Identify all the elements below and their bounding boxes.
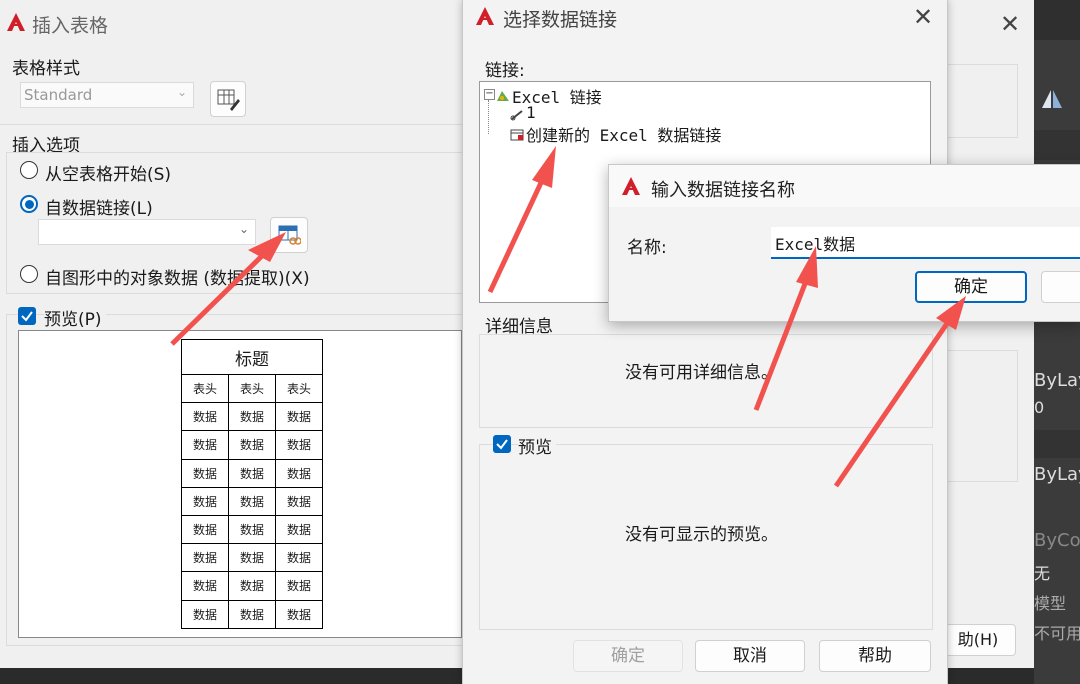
name-label: 名称: xyxy=(627,238,667,258)
insertion-behavior-group xyxy=(946,64,1018,138)
preview-checkbox-label[interactable]: 预览(P) xyxy=(44,305,106,330)
preview-data-cell: 数据 xyxy=(181,458,229,488)
table-edit-icon xyxy=(217,89,240,111)
links-label: 链接: xyxy=(485,61,525,81)
cancel-button[interactable] xyxy=(1041,271,1080,303)
details-text: 没有可用详细信息。 xyxy=(625,363,778,383)
preview-checkbox-label[interactable]: 预览 xyxy=(518,433,556,458)
help-button[interactable]: 助(H) xyxy=(940,624,1016,656)
prop-plotstyle[interactable]: ByCol xyxy=(1034,530,1080,551)
toolbar-strip xyxy=(1034,0,1080,40)
datalink-select[interactable]: ⌄ xyxy=(38,219,256,245)
launch-datalink-manager-button[interactable] xyxy=(270,217,308,253)
close-icon[interactable]: ✕ xyxy=(1000,12,1020,36)
close-icon[interactable]: ✕ xyxy=(913,5,933,29)
help-button[interactable]: 帮助 xyxy=(819,640,931,672)
autocad-logo-icon xyxy=(7,13,25,31)
prop-unavailable[interactable]: 不可用 xyxy=(1034,620,1080,644)
preview-data-cell: 数据 xyxy=(275,458,323,488)
preview-data-cell: 数据 xyxy=(181,430,229,460)
preview-checkbox[interactable] xyxy=(493,435,511,453)
prop-space[interactable]: 模型 xyxy=(1034,590,1066,614)
preview-data-cell: 数据 xyxy=(275,514,323,545)
dialog-title: 选择数据链接 xyxy=(503,9,618,31)
cancel-button[interactable]: 取消 xyxy=(695,640,805,672)
name-input[interactable]: Excel数据 xyxy=(771,227,1080,259)
preview-text: 没有可显示的预览。 xyxy=(625,525,778,545)
preview-data-cell: 数据 xyxy=(228,543,276,573)
table-style-label: 表格样式 xyxy=(12,59,80,79)
mirror-icon[interactable] xyxy=(1040,88,1064,110)
preview-data-cell: 数据 xyxy=(181,599,229,629)
preview-data-cell: 数据 xyxy=(275,402,323,432)
tree-item-1[interactable]: 1 xyxy=(526,103,536,122)
table-style-dialog-button[interactable] xyxy=(210,81,246,117)
preview-data-cell: 数据 xyxy=(228,514,276,545)
panel-row-divider xyxy=(1034,430,1080,458)
dialog-title: 输入数据链接名称 xyxy=(651,180,795,201)
autocad-logo-icon xyxy=(476,7,494,25)
preview-table-title: 标题 xyxy=(181,339,323,375)
preview-data-cell: 数据 xyxy=(228,486,276,516)
radio-object-data-label[interactable]: 自图形中的对象数据 (数据提取)(X) xyxy=(45,264,310,289)
enter-datalink-name-dialog: 输入数据链接名称 名称: Excel数据 确定 xyxy=(608,164,1080,322)
column-row-settings-group xyxy=(946,350,1018,482)
chevron-down-icon: ⌄ xyxy=(238,222,249,236)
tree-line xyxy=(488,100,490,134)
tree-collapse-icon[interactable]: − xyxy=(484,89,495,100)
preview-data-cell: 数据 xyxy=(275,599,323,629)
preview-data-cell: 数据 xyxy=(228,599,276,629)
divider xyxy=(0,124,462,125)
preview-data-cell: 数据 xyxy=(275,543,323,573)
radio-object-data[interactable] xyxy=(20,265,38,283)
properties-panel: ByLay 0 ByLay ByCol 无 模型 不可用 xyxy=(1034,0,1080,684)
preview-data-cell: 数据 xyxy=(228,430,276,460)
preview-table: 标题 表头 表头 表头 数据 数据 数据 数据 数据 数据 数据 数据 数据 数据 数据 数据 数据… xyxy=(181,339,323,629)
preview-data-cell: 数据 xyxy=(181,486,229,516)
link-chain-icon xyxy=(510,106,524,121)
new-link-icon xyxy=(510,126,524,141)
datalink-table-icon xyxy=(278,225,302,245)
preview-checkbox[interactable] xyxy=(18,307,36,325)
preview-data-cell: 数据 xyxy=(275,486,323,516)
ok-button[interactable]: 确定 xyxy=(915,271,1027,303)
ok-button[interactable]: 确定 xyxy=(573,640,683,672)
table-style-select[interactable]: Standard ⌄ xyxy=(20,82,194,108)
excel-link-icon xyxy=(496,87,510,101)
preview-data-cell: 数据 xyxy=(181,571,229,601)
preview-header-cell: 表头 xyxy=(275,373,323,404)
tree-item-create-new[interactable]: 创建新的 Excel 数据链接 xyxy=(526,122,721,146)
dialog-title: 插入表格 xyxy=(32,15,109,37)
preview-data-cell: 数据 xyxy=(275,571,323,601)
preview-header-cell: 表头 xyxy=(228,373,276,404)
preview-data-cell: 数据 xyxy=(228,571,276,601)
preview-area: 标题 表头 表头 表头 数据 数据 数据 数据 数据 数据 数据 数据 数据 数据 数据 数据 数据… xyxy=(18,330,462,638)
preview-data-cell: 数据 xyxy=(275,430,323,460)
radio-empty-table-label[interactable]: 从空表格开始(S) xyxy=(45,160,171,185)
radio-from-datalink-label[interactable]: 自数据链接(L) xyxy=(45,194,153,219)
prop-none[interactable]: 无 xyxy=(1034,560,1050,584)
prop-color[interactable]: ByLay xyxy=(1034,370,1080,391)
panel-row-divider xyxy=(1034,130,1080,160)
select-datalink-dialog: 选择数据链接 ✕ 链接: − Excel 链接 1 创建新的 Excel 数据链… xyxy=(462,0,948,684)
preview-data-cell: 数据 xyxy=(228,402,276,432)
radio-empty-table[interactable] xyxy=(20,161,38,179)
chevron-down-icon: ⌄ xyxy=(176,85,187,99)
preview-data-cell: 数据 xyxy=(181,543,229,573)
prop-linetype[interactable]: ByLay xyxy=(1034,464,1080,485)
autocad-logo-icon xyxy=(622,177,640,195)
prop-layer[interactable]: 0 xyxy=(1034,398,1044,417)
radio-from-datalink[interactable] xyxy=(20,195,38,213)
preview-data-cell: 数据 xyxy=(228,458,276,488)
preview-data-cell: 数据 xyxy=(181,402,229,432)
preview-header-cell: 表头 xyxy=(181,373,229,404)
preview-data-cell: 数据 xyxy=(181,514,229,545)
